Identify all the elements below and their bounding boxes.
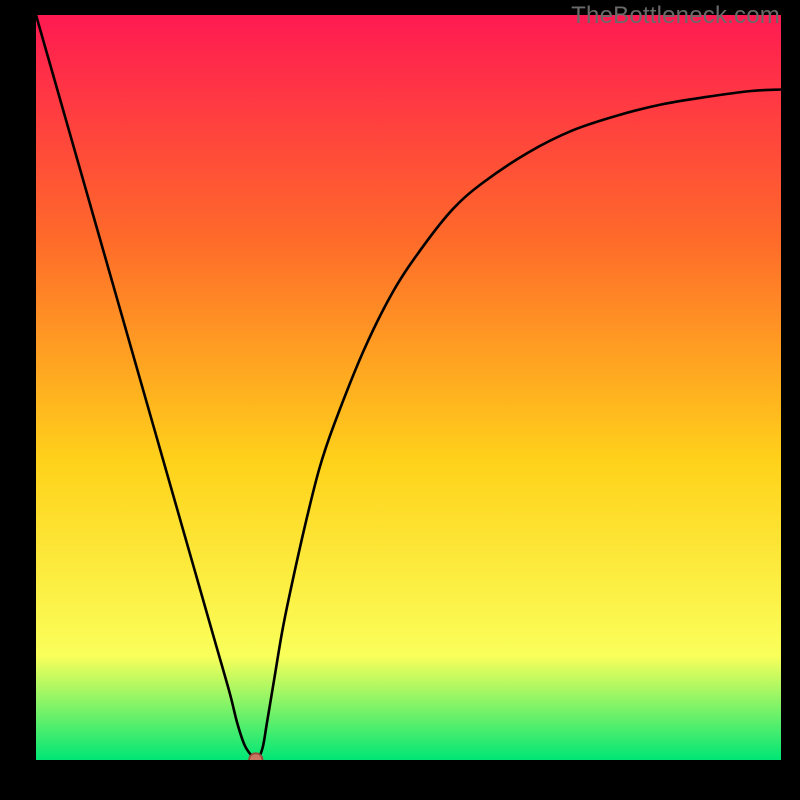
- gradient-background: [36, 15, 781, 760]
- watermark-text: TheBottleneck.com: [571, 2, 780, 30]
- optimum-marker: [249, 753, 262, 760]
- plot-area: [36, 15, 781, 760]
- chart-frame: TheBottleneck.com: [0, 0, 800, 800]
